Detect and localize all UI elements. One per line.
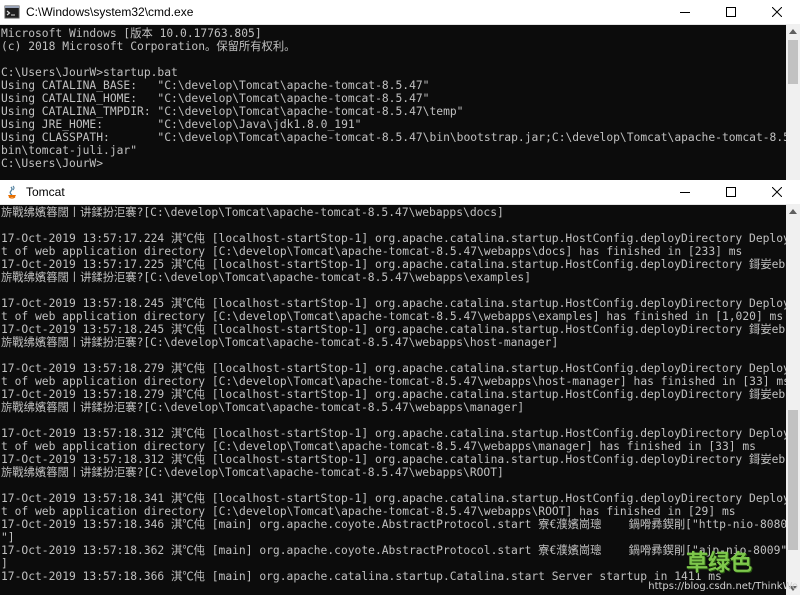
cmd-window-controls [662,0,800,24]
console-line: Using CLASSPATH: "C:\develop\Tomcat\apac… [1,131,800,144]
console-line: 17-Oct-2019 13:57:18.312 淇℃伅 [localhost-… [1,453,800,466]
console-line: t of web application directory [C:\devel… [1,375,790,388]
tomcat-scrollbar-thumb[interactable] [788,410,798,550]
cmd-window: C:\Windows\system32\cmd.exe Microsoft Wi… [0,0,800,180]
console-line: 17-Oct-2019 13:57:18.245 淇℃伅 [localhost-… [1,323,800,336]
console-line: 17-Oct-2019 13:57:18.279 淇℃伅 [localhost-… [1,388,800,401]
console-line: Using CATALINA_HOME: "C:\develop\Tomcat\… [1,92,430,105]
close-icon [772,7,782,17]
console-line: 17-Oct-2019 13:57:18.341 淇℃伅 [localhost-… [1,492,800,505]
console-line: "] [1,531,15,544]
console-line: bin\tomcat-juli.jar" [1,144,138,157]
scroll-up-arrow-icon[interactable] [786,204,800,218]
cmd-close-button[interactable] [754,0,800,24]
console-line: 旂戰绋嬪簭闊丨讲鍒扮洰褰?[C:\develop\Tomcat\apache-t… [1,206,504,219]
console-line: 旂戰绋嬪簭闊丨讲鍒扮洰褰?[C:\develop\Tomcat\apache-t… [1,271,532,284]
console-line: 17-Oct-2019 13:57:17.225 淇℃伅 [localhost-… [1,258,800,271]
cmd-scrollbar-thumb[interactable] [788,40,798,84]
console-line: Using CATALINA_TMPDIR: "C:\develop\Tomca… [1,105,464,118]
console-line: Using CATALINA_BASE: "C:\develop\Tomcat\… [1,79,430,92]
console-line: 17-Oct-2019 13:57:18.312 淇℃伅 [localhost-… [1,427,800,440]
console-line: t of web application directory [C:\devel… [1,245,743,258]
tomcat-window: Tomcat 旂戰绋嬪簭闊丨讲鍒扮洰褰?[C:\develop\Tomcat\a… [0,180,800,595]
console-line: 旂戰绋嬪簭闊丨讲鍒扮洰褰?[C:\develop\Tomcat\apache-t… [1,466,504,479]
console-line: (c) 2018 Microsoft Corporation。保留所有权利。 [1,40,296,53]
console-line: 17-Oct-2019 13:57:17.224 淇℃伅 [localhost-… [1,232,800,245]
console-line: t of web application directory [C:\devel… [1,310,784,323]
console-line: C:\Users\JourW>startup.bat [1,66,178,79]
console-line: Microsoft Windows [版本 10.0.17763.805] [1,27,262,40]
cmd-titlebar[interactable]: C:\Windows\system32\cmd.exe [0,0,800,25]
watermark-text: 草绿色 [685,551,752,576]
console-line: 17-Oct-2019 13:57:18.279 淇℃伅 [localhost-… [1,362,800,375]
cmd-app-icon [4,4,20,20]
cmd-minimize-button[interactable] [662,0,708,24]
console-line: 17-Oct-2019 13:57:18.346 淇℃伅 [main] org.… [1,518,788,531]
close-icon [772,187,782,197]
tomcat-maximize-button[interactable] [708,180,754,204]
scroll-up-arrow-icon[interactable] [786,24,800,38]
console-line: t of web application directory [C:\devel… [1,440,756,453]
tomcat-minimize-button[interactable] [662,180,708,204]
console-line: 旂戰绋嬪簭闊丨讲鍒扮洰褰?[C:\develop\Tomcat\apache-t… [1,401,525,414]
console-line: C:\Users\JourW> [1,157,104,170]
java-app-icon [4,184,20,200]
minimize-icon [680,192,690,193]
console-line: ] [1,557,8,570]
minimize-icon [680,12,690,13]
maximize-icon [726,187,736,197]
tomcat-window-title: Tomcat [26,185,65,199]
console-line: 17-Oct-2019 13:57:18.245 淇℃伅 [localhost-… [1,297,800,310]
cmd-window-title: C:\Windows\system32\cmd.exe [26,5,194,19]
console-line: 17-Oct-2019 13:57:18.362 淇℃伅 [main] org.… [1,544,788,557]
cmd-scrollbar[interactable] [786,24,800,180]
console-line: Using JRE_HOME: "C:\develop\Java\jdk1.8.… [1,118,362,131]
tomcat-window-controls [662,180,800,204]
tomcat-console-output[interactable]: 旂戰绋嬪簭闊丨讲鍒扮洰褰?[C:\develop\Tomcat\apache-t… [0,205,800,595]
tomcat-scrollbar[interactable] [786,204,800,595]
cmd-console-output[interactable]: Microsoft Windows [版本 10.0.17763.805] (c)… [0,25,800,180]
tomcat-titlebar[interactable]: Tomcat [0,180,800,205]
console-line: t of web application directory [C:\devel… [1,505,736,518]
watermark-url: https://blog.csdn.net/ThinkWo [648,581,798,592]
maximize-icon [726,7,736,17]
cmd-maximize-button[interactable] [708,0,754,24]
console-line: 旂戰绋嬪簭闊丨讲鍒扮洰褰?[C:\develop\Tomcat\apache-t… [1,336,559,349]
tomcat-close-button[interactable] [754,180,800,204]
